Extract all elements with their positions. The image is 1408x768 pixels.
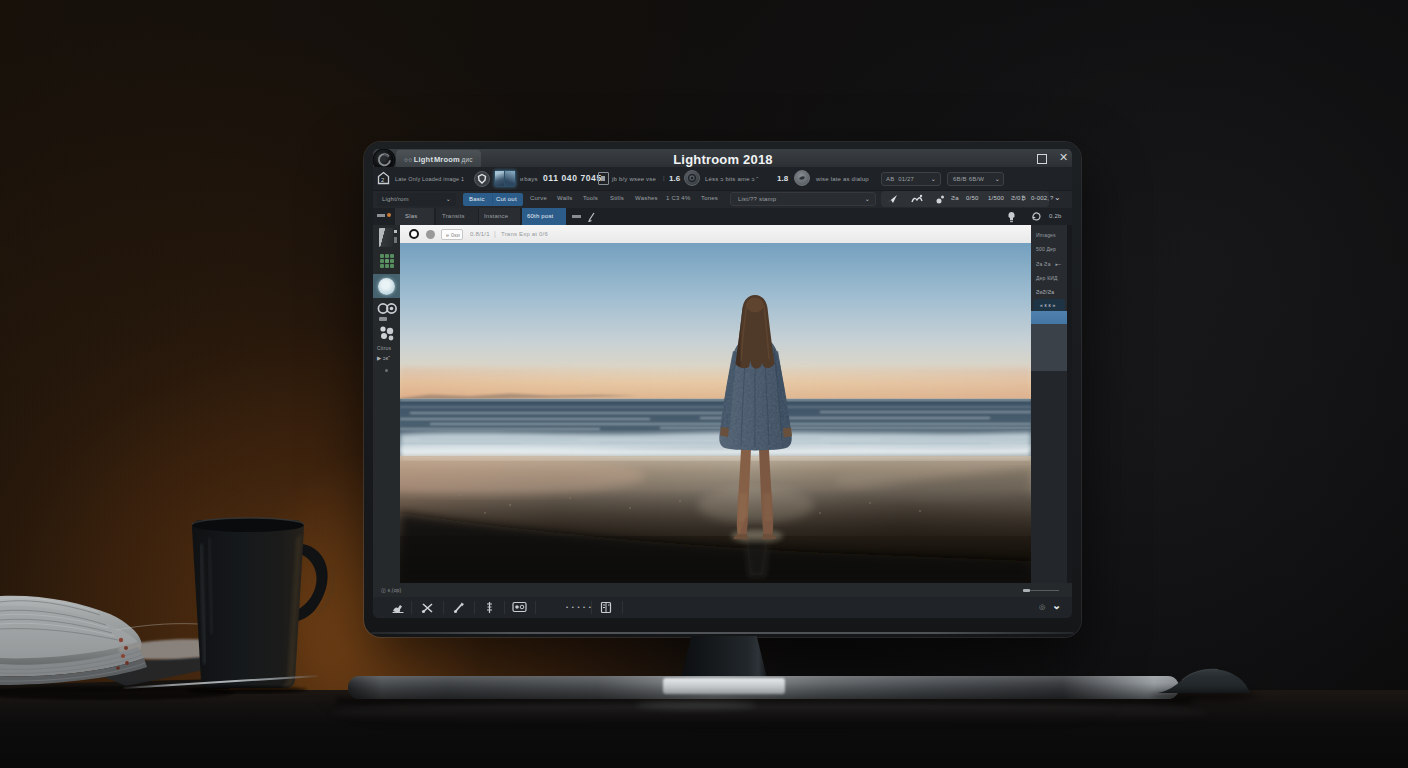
svg-text:2: 2 — [381, 177, 385, 183]
